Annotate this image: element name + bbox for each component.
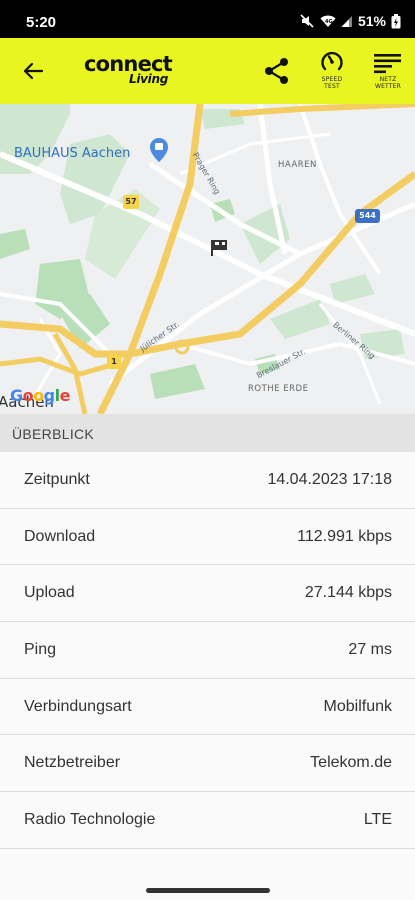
status-time: 5:20 <box>26 14 57 31</box>
gesture-nav-bar <box>0 882 415 900</box>
share-button[interactable] <box>261 55 293 87</box>
detail-value: LTE <box>363 811 392 829</box>
logo-text-sub: Living <box>128 72 168 86</box>
detail-value: Telekom.de <box>310 754 392 772</box>
connect-living-logo: connect Living <box>84 53 173 89</box>
status-icons: 4G 51% <box>300 13 401 29</box>
netz-wetter-label: NETZ WETTER <box>374 76 402 90</box>
detail-value: 27.144 kbps <box>304 584 392 602</box>
google-logo-letter: G <box>10 386 23 405</box>
google-logo-letter: e <box>59 386 71 405</box>
detail-row-ping: Ping 27 ms <box>0 622 415 679</box>
detail-row-upload: Upload 27.144 kbps <box>0 565 415 623</box>
svg-text:4G: 4G <box>325 19 333 25</box>
detail-value: 14.04.2023 17:18 <box>267 471 392 488</box>
wifi-icon: 4G <box>320 14 336 28</box>
menu-lines-icon <box>374 54 401 74</box>
detail-label: Verbindungsart <box>24 697 132 715</box>
detail-label: Netzbetreiber <box>24 754 121 772</box>
road-shield-544: 544 <box>355 209 380 223</box>
map-district-haaren: HAAREN <box>278 160 317 170</box>
detail-row-zeitpunkt: Zeitpunkt 14.04.2023 17:18 <box>0 452 415 509</box>
detail-label: Radio Technologie <box>24 811 156 829</box>
detail-value: 112.991 kbps <box>297 527 392 545</box>
section-header: ÜBERBLICK <box>0 414 415 452</box>
app-bar: connect Living SPEED TEST NETZ WETTER <box>0 38 415 104</box>
battery-icon <box>391 13 401 29</box>
detail-value: 27 ms <box>348 641 392 659</box>
map-view[interactable]: BAUHAUS Aachen HAAREN ROTHE ERDE Jüliche… <box>0 104 415 414</box>
share-icon <box>265 58 288 84</box>
detail-row-verbindungsart: Verbindungsart Mobilfunk <box>0 678 415 736</box>
arrow-left-icon <box>23 62 44 80</box>
detail-row-radio-technologie: Radio Technologie LTE <box>0 792 415 849</box>
detail-value: Mobilfunk <box>323 697 392 715</box>
road-shield-1: 1 <box>107 355 121 369</box>
details-list: Zeitpunkt 14.04.2023 17:18 Download 112.… <box>0 452 415 849</box>
speed-test-label: SPEED TEST <box>321 76 343 90</box>
map-poi-label[interactable]: BAUHAUS Aachen <box>14 146 130 161</box>
signal-icon <box>340 15 353 28</box>
mute-icon <box>300 14 315 28</box>
detail-label: Zeitpunkt <box>24 471 90 488</box>
screen: 5:20 4G 51% connect Living SPEED TEST NE… <box>0 0 415 900</box>
netz-wetter-button[interactable]: NETZ WETTER <box>368 50 408 98</box>
home-gesture-handle[interactable] <box>146 888 270 893</box>
detail-label: Download <box>24 527 96 545</box>
detail-row-download: Download 112.991 kbps <box>0 508 415 566</box>
google-logo: Google <box>10 386 70 405</box>
battery-level: 51% <box>357 13 386 29</box>
map-district-rothe-erde: ROTHE ERDE <box>248 384 309 394</box>
detail-row-netzbetreiber: Netzbetreiber Telekom.de <box>0 735 415 793</box>
detail-label: Ping <box>24 641 57 659</box>
section-title: ÜBERBLICK <box>12 426 95 442</box>
google-logo-letter: o <box>33 386 44 405</box>
speed-test-button[interactable]: SPEED TEST <box>314 50 350 98</box>
google-logo-letter: g <box>43 386 55 405</box>
google-logo-letter: o <box>22 386 34 405</box>
status-bar: 5:20 4G 51% <box>0 0 415 38</box>
road-shield-57: 57 <box>123 195 139 209</box>
back-button[interactable] <box>18 56 48 86</box>
detail-label: Upload <box>24 584 75 602</box>
speed-gauge-icon <box>321 51 343 71</box>
